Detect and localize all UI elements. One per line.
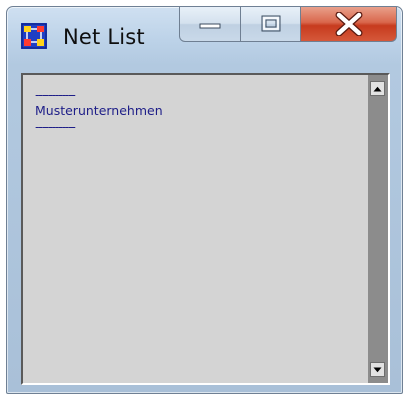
close-icon bbox=[335, 12, 362, 36]
maximize-icon bbox=[261, 15, 280, 32]
scroll-up-arrow-icon bbox=[373, 86, 382, 91]
minimize-icon bbox=[199, 23, 221, 29]
caption-buttons bbox=[179, 7, 397, 42]
minimize-button[interactable] bbox=[179, 7, 241, 42]
net-list-box[interactable]: ------------ Musterunternehmen ---------… bbox=[21, 73, 390, 385]
list-item[interactable]: Musterunternehmen bbox=[35, 103, 368, 119]
net-list-app-icon[interactable] bbox=[21, 23, 47, 49]
maximize-button[interactable] bbox=[241, 7, 301, 42]
window-title: Net List bbox=[63, 25, 145, 49]
list-item[interactable]: ------------ bbox=[35, 119, 368, 135]
title-bar[interactable]: Net List bbox=[7, 7, 402, 67]
scroll-down-button[interactable] bbox=[370, 362, 385, 377]
list-item[interactable]: ------------ bbox=[35, 87, 368, 103]
net-list-window: Net List ------------ Musterunternehmen … bbox=[6, 6, 403, 394]
scroll-down-arrow-icon bbox=[373, 367, 382, 372]
close-button[interactable] bbox=[301, 7, 397, 42]
net-list[interactable]: ------------ Musterunternehmen ---------… bbox=[23, 75, 368, 383]
vertical-scrollbar[interactable] bbox=[368, 75, 388, 383]
scroll-up-button[interactable] bbox=[370, 81, 385, 96]
